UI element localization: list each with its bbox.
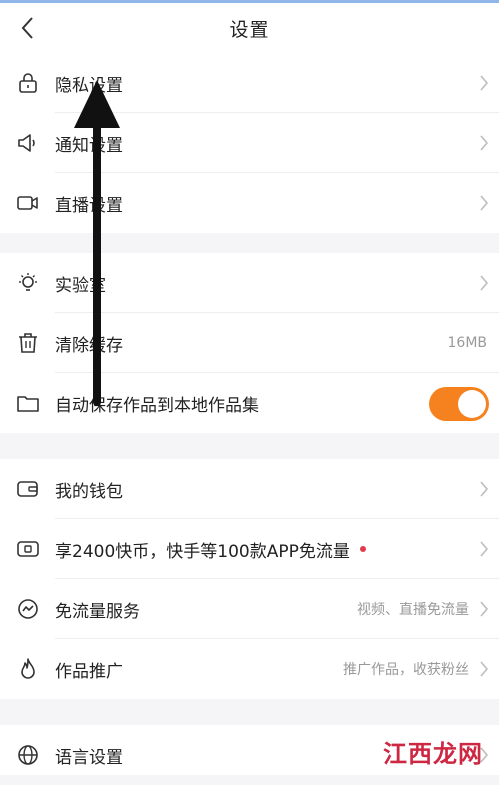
row-lab[interactable]: 实验室 bbox=[0, 253, 499, 313]
bulb-icon bbox=[19, 273, 37, 291]
folder-icon bbox=[17, 396, 39, 412]
row-value: 推广作品，收获粉丝 bbox=[343, 662, 469, 678]
row-label: 我的钱包 bbox=[55, 481, 123, 502]
chevron-right-icon bbox=[480, 135, 488, 151]
row-live-settings[interactable]: 直播设置 bbox=[0, 173, 499, 233]
settings-group-3: 我的钱包 享2400快币，快手等100款APP免流量 免流量服务 视频、直播免流… bbox=[0, 459, 499, 699]
chevron-right-icon bbox=[480, 275, 488, 291]
trash-icon bbox=[19, 333, 37, 353]
flame-icon bbox=[21, 658, 35, 679]
auto-save-toggle[interactable] bbox=[429, 387, 489, 421]
lock-icon bbox=[19, 73, 37, 93]
toggle-knob bbox=[458, 390, 486, 418]
page-title: 设置 bbox=[229, 18, 270, 41]
cache-size-value: 16MB bbox=[447, 335, 488, 351]
globe-icon bbox=[18, 745, 38, 765]
header-bar: 设置 bbox=[0, 3, 499, 53]
row-label: 清除缓存 bbox=[55, 335, 123, 356]
traffic-icon bbox=[18, 599, 38, 619]
chevron-right-icon bbox=[480, 195, 488, 211]
row-content-promotion[interactable]: 作品推广 推广作品，收获粉丝 bbox=[0, 639, 499, 699]
watermark-logo: 江西龙网 bbox=[383, 734, 483, 769]
row-label: 实验室 bbox=[55, 275, 106, 296]
promo-text: 享2400快币，快手等100款APP免流量 bbox=[55, 541, 350, 562]
row-value: 视频、直播免流量 bbox=[357, 602, 469, 618]
watermark-text: 江西龙网 bbox=[383, 739, 483, 768]
row-label: 享2400快币，快手等100款APP免流量 bbox=[55, 537, 366, 562]
red-dot-badge bbox=[359, 545, 366, 552]
back-arrow-icon[interactable] bbox=[14, 13, 44, 43]
row-my-wallet[interactable]: 我的钱包 bbox=[0, 459, 499, 519]
megaphone-icon bbox=[18, 134, 35, 152]
settings-group-1: 隐私设置 通知设置 直播设置 bbox=[0, 53, 499, 233]
chevron-right-icon bbox=[480, 541, 488, 557]
row-auto-save: 自动保存作品到本地作品集 bbox=[0, 373, 499, 433]
chevron-right-icon bbox=[480, 661, 488, 677]
sim-card-icon bbox=[17, 541, 39, 557]
wallet-icon bbox=[17, 481, 38, 497]
chevron-right-icon bbox=[480, 481, 488, 497]
row-clear-cache[interactable]: 清除缓存 16MB bbox=[0, 313, 499, 373]
row-free-data-service[interactable]: 免流量服务 视频、直播免流量 bbox=[0, 579, 499, 639]
row-label: 直播设置 bbox=[55, 195, 123, 216]
row-label: 通知设置 bbox=[55, 135, 123, 156]
row-label: 作品推广 bbox=[55, 661, 123, 682]
row-notification-settings[interactable]: 通知设置 bbox=[0, 113, 499, 173]
row-privacy-settings[interactable]: 隐私设置 bbox=[0, 53, 499, 113]
video-camera-icon bbox=[17, 196, 38, 210]
row-label: 免流量服务 bbox=[55, 601, 140, 622]
row-label: 自动保存作品到本地作品集 bbox=[55, 395, 259, 416]
chevron-right-icon bbox=[480, 601, 488, 617]
settings-group-2: 实验室 清除缓存 16MB 自动保存作品到本地作品集 bbox=[0, 253, 499, 433]
chevron-right-icon bbox=[480, 75, 488, 91]
row-label: 隐私设置 bbox=[55, 75, 123, 96]
row-label: 语言设置 bbox=[55, 747, 123, 768]
row-free-data-promo[interactable]: 享2400快币，快手等100款APP免流量 bbox=[0, 519, 499, 579]
